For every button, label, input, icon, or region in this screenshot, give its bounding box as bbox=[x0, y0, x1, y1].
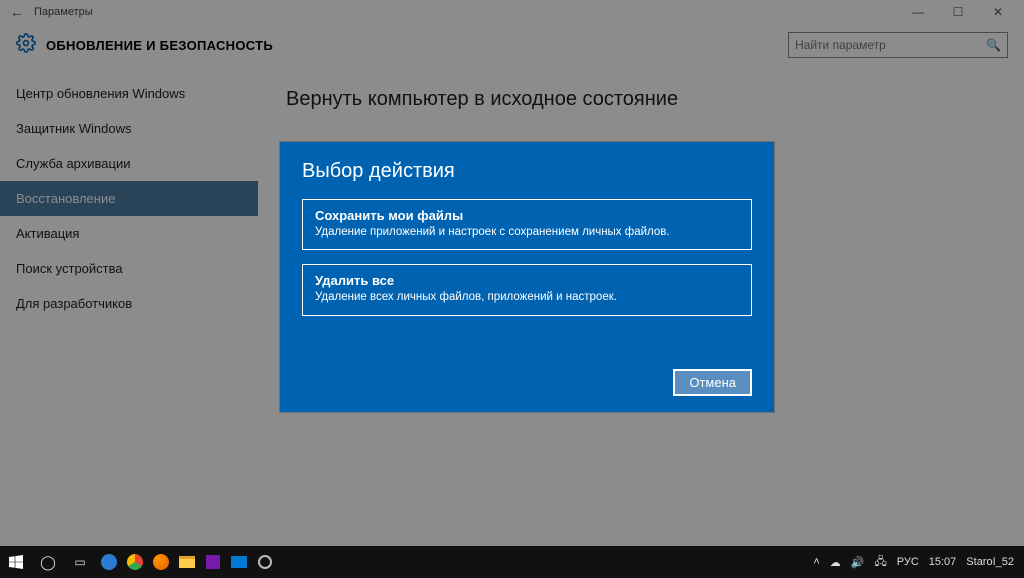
firefox-icon[interactable] bbox=[148, 546, 174, 578]
taskbar-search-icon[interactable]: ◯ bbox=[32, 546, 64, 578]
onedrive-icon[interactable]: ☁ bbox=[830, 556, 841, 569]
edge-icon[interactable] bbox=[96, 546, 122, 578]
network-icon[interactable]: 🖧 bbox=[874, 553, 886, 572]
dialog-title: Выбор действия bbox=[302, 160, 752, 183]
option-keep-files[interactable]: Сохранить мои файлы Удаление приложений … bbox=[302, 199, 752, 250]
chrome-icon[interactable] bbox=[122, 546, 148, 578]
onenote-icon[interactable] bbox=[200, 546, 226, 578]
option-title: Сохранить мои файлы bbox=[315, 208, 739, 223]
option-desc: Удаление приложений и настроек с сохране… bbox=[315, 225, 739, 239]
option-title: Удалить все bbox=[315, 273, 739, 288]
start-button[interactable] bbox=[0, 546, 32, 578]
language-indicator[interactable]: РУС bbox=[897, 556, 919, 568]
clock[interactable]: 15:07 bbox=[929, 556, 957, 568]
user-label: StaroI_52 bbox=[966, 556, 1014, 568]
settings-taskbar-icon[interactable] bbox=[252, 546, 278, 578]
task-view-icon[interactable]: ▭ bbox=[64, 546, 96, 578]
explorer-icon[interactable] bbox=[174, 546, 200, 578]
reset-choice-dialog: Выбор действия Сохранить мои файлы Удале… bbox=[280, 142, 774, 412]
option-remove-all[interactable]: Удалить все Удаление всех личных файлов,… bbox=[302, 264, 752, 315]
taskbar: ◯ ▭ ˄ ☁ 🔊 🖧 РУС 15:07 StaroI_52 bbox=[0, 546, 1024, 578]
volume-icon[interactable]: 🔊 bbox=[851, 556, 865, 569]
tray-chevron-up-icon[interactable]: ˄ bbox=[813, 556, 819, 568]
system-tray: ˄ ☁ 🔊 🖧 РУС 15:07 StaroI_52 bbox=[813, 553, 1024, 572]
option-desc: Удаление всех личных файлов, приложений … bbox=[315, 290, 739, 304]
cancel-button[interactable]: Отмена bbox=[673, 369, 752, 396]
mail-icon[interactable] bbox=[226, 546, 252, 578]
